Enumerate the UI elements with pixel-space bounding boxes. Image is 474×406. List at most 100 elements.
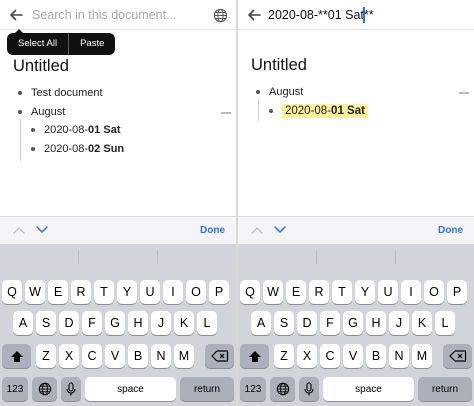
key-k[interactable]: K	[412, 311, 432, 335]
key-c[interactable]: C	[320, 344, 340, 368]
key-l[interactable]: L	[435, 311, 455, 335]
key-j[interactable]: J	[389, 311, 409, 335]
paste-button[interactable]: Paste	[69, 33, 115, 55]
key-h[interactable]: H	[128, 311, 148, 335]
numbers-key[interactable]: 123	[240, 377, 266, 401]
key-s[interactable]: S	[36, 311, 56, 335]
key-q[interactable]: Q	[2, 280, 22, 304]
chevron-up-icon[interactable]	[250, 225, 264, 235]
key-w[interactable]: W	[25, 280, 45, 304]
list-item[interactable]: August	[256, 86, 303, 98]
list-item-text[interactable]: 2020-08-01 Sat	[44, 124, 120, 136]
done-button[interactable]: Done	[438, 225, 463, 236]
key-f[interactable]: F	[320, 311, 340, 335]
bullet-dot[interactable]	[18, 110, 22, 114]
document-title[interactable]: Untitled	[251, 56, 307, 75]
list-item[interactable]: August	[18, 106, 65, 118]
space-key[interactable]: space	[85, 377, 176, 401]
select-all-button[interactable]: Select All	[7, 33, 68, 55]
key-a[interactable]: A	[251, 311, 271, 335]
key-q[interactable]: Q	[240, 280, 260, 304]
key-i[interactable]: I	[401, 280, 421, 304]
key-r[interactable]: R	[309, 280, 329, 304]
key-c[interactable]: C	[82, 344, 102, 368]
key-r[interactable]: R	[71, 280, 91, 304]
collapse-minus-icon[interactable]	[459, 92, 469, 94]
key-p[interactable]: P	[447, 280, 467, 304]
list-item-text[interactable]: August	[31, 106, 65, 118]
bullet-dot[interactable]	[18, 91, 22, 95]
key-d[interactable]: D	[59, 311, 79, 335]
chevron-down-icon[interactable]	[35, 225, 49, 235]
back-arrow-icon[interactable]	[8, 7, 24, 23]
list-item[interactable]: 2020-08-01 Sat	[31, 124, 120, 136]
list-item[interactable]: 2020-08-01 Sat	[269, 104, 368, 118]
bullet-dot[interactable]	[256, 90, 260, 94]
key-t[interactable]: T	[94, 280, 114, 304]
chevron-up-icon[interactable]	[12, 225, 26, 235]
key-d[interactable]: D	[297, 311, 317, 335]
key-b[interactable]: B	[128, 344, 148, 368]
key-p[interactable]: P	[209, 280, 229, 304]
key-i[interactable]: I	[163, 280, 183, 304]
globe-icon[interactable]	[213, 8, 228, 23]
document-title[interactable]: Untitled	[13, 57, 69, 76]
key-m[interactable]: M	[174, 344, 194, 368]
key-s[interactable]: S	[274, 311, 294, 335]
key-e[interactable]: E	[48, 280, 68, 304]
key-n[interactable]: N	[389, 344, 409, 368]
key-n[interactable]: N	[151, 344, 171, 368]
search-input[interactable]: 2020-08-**01 Sat**	[268, 8, 374, 22]
list-item-text[interactable]: 2020-08-02 Sun	[44, 143, 124, 155]
done-button[interactable]: Done	[200, 225, 225, 236]
list-item-text[interactable]: August	[269, 86, 303, 98]
key-a[interactable]: A	[13, 311, 33, 335]
key-z[interactable]: Z	[36, 344, 56, 368]
key-o[interactable]: O	[424, 280, 444, 304]
bullet-dot[interactable]	[31, 128, 35, 132]
dictation-key[interactable]	[61, 377, 81, 401]
key-f[interactable]: F	[82, 311, 102, 335]
key-e[interactable]: E	[286, 280, 306, 304]
key-j[interactable]: J	[151, 311, 171, 335]
key-u[interactable]: U	[140, 280, 160, 304]
key-y[interactable]: Y	[117, 280, 137, 304]
chevron-down-icon[interactable]	[273, 225, 287, 235]
list-item-text[interactable]: Test document	[31, 87, 103, 99]
key-y[interactable]: Y	[355, 280, 375, 304]
key-v[interactable]: V	[105, 344, 125, 368]
key-h[interactable]: H	[366, 311, 386, 335]
globe-key[interactable]	[32, 377, 57, 401]
dictation-key[interactable]	[299, 377, 319, 401]
key-w[interactable]: W	[263, 280, 283, 304]
key-t[interactable]: T	[332, 280, 352, 304]
key-z[interactable]: Z	[274, 344, 294, 368]
list-item[interactable]: 2020-08-02 Sun	[31, 143, 124, 155]
bullet-dot[interactable]	[269, 109, 273, 113]
search-input[interactable]	[32, 6, 202, 24]
search-match-highlight[interactable]: 2020-08-01 Sat	[282, 104, 368, 118]
collapse-minus-icon[interactable]	[221, 112, 231, 114]
back-arrow-icon[interactable]	[246, 7, 262, 23]
return-key[interactable]: return	[418, 377, 472, 401]
bullet-dot[interactable]	[31, 147, 35, 151]
shift-key[interactable]	[240, 344, 269, 368]
key-v[interactable]: V	[343, 344, 363, 368]
key-x[interactable]: X	[297, 344, 317, 368]
key-g[interactable]: G	[343, 311, 363, 335]
numbers-key[interactable]: 123	[2, 377, 28, 401]
key-o[interactable]: O	[186, 280, 206, 304]
delete-key[interactable]	[443, 344, 472, 368]
key-m[interactable]: M	[412, 344, 432, 368]
key-g[interactable]: G	[105, 311, 125, 335]
delete-key[interactable]	[205, 344, 234, 368]
key-k[interactable]: K	[174, 311, 194, 335]
globe-key[interactable]	[270, 377, 295, 401]
key-x[interactable]: X	[59, 344, 79, 368]
list-item[interactable]: Test document	[18, 87, 103, 99]
key-u[interactable]: U	[378, 280, 398, 304]
shift-key[interactable]	[2, 344, 31, 368]
key-l[interactable]: L	[197, 311, 217, 335]
key-b[interactable]: B	[366, 344, 386, 368]
return-key[interactable]: return	[180, 377, 234, 401]
